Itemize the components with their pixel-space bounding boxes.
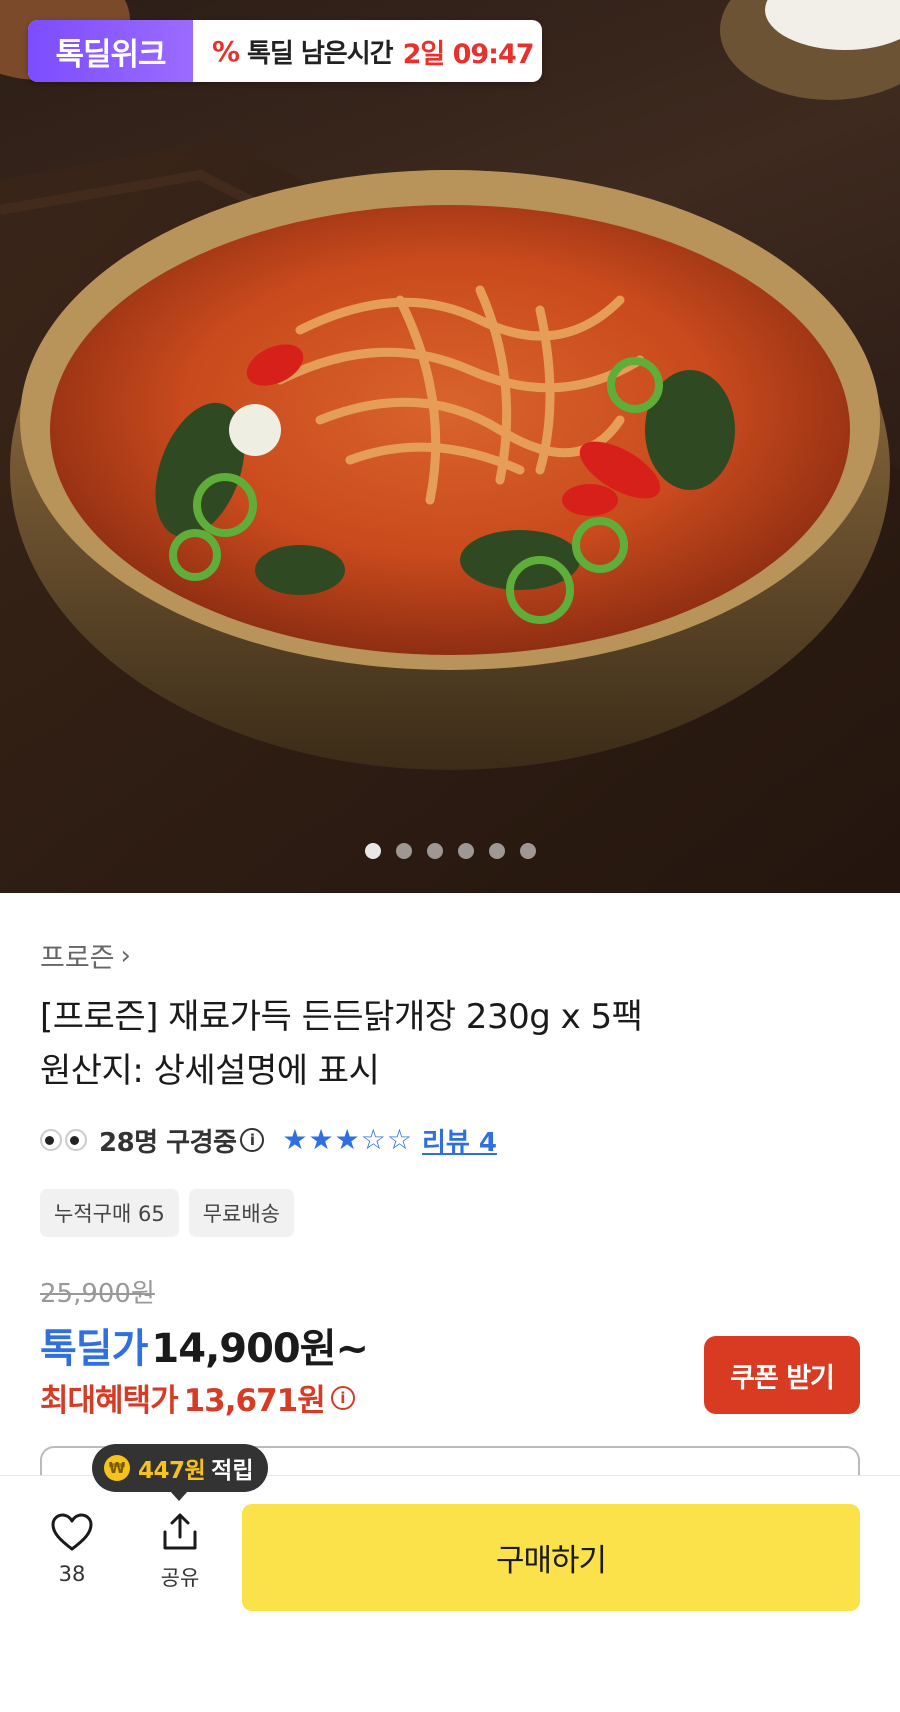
info-icon[interactable]: i [240,1128,265,1152]
badge-free-shipping: 무료배송 [188,1189,294,1237]
badge-purchase-count: 누적구매 65 [40,1189,179,1237]
deal-week-logo: 톡딜위크 [28,20,193,82]
carousel-dot[interactable] [457,843,474,859]
product-title: [프로즌] 재료가득 든든닭개장 230g x 5팩 원산지: 상세설명에 표시 [40,990,643,1098]
star-empty-icon: ☆ [386,1123,412,1156]
product-page: 톡딜위크 % 톡딜 남은시간 2일 09:47 프로즌 › [프로즌] 재료가득… [0,0,900,1712]
like-button[interactable]: 38 [40,1512,104,1586]
badge-list: 누적구매 65 무료배송 [40,1189,294,1237]
info-icon[interactable]: i [330,1385,355,1410]
original-price: 25,900원 [40,1279,155,1309]
share-icon [163,1513,197,1550]
category-label: 프로즌 [40,943,115,974]
deal-remaining-label: 톡딜 남은시간 [247,38,394,69]
deal-countdown-banner[interactable]: 톡딜위크 % 톡딜 남은시간 2일 09:47 [28,20,542,82]
sale-price-row: 톡딜가 14,900원~ [40,1316,369,1374]
carousel-indicator [0,843,900,859]
product-origin: 원산지: 상세설명에 표시 [40,1051,380,1091]
carousel-dot[interactable] [364,843,381,859]
product-image[interactable]: 톡딜위크 % 톡딜 남은시간 2일 09:47 [0,0,900,893]
point-suffix: 적립 [211,1458,254,1484]
star-filled-icon: ★ [334,1123,360,1156]
max-benefit-row: 최대혜택가 13,671원 i [40,1375,355,1420]
product-title-line1: [프로즌] 재료가득 든든닭개장 230g x 5팩 [40,997,643,1037]
max-benefit-price: 13,671원 [183,1383,326,1419]
share-label: 공유 [160,1566,200,1590]
chevron-right-icon: › [120,940,131,971]
share-button[interactable]: 공유 [148,1512,212,1592]
product-meta-row: 28명 구경중 i ★ ★ ★ ☆ ☆ 리뷰 4 [40,1120,497,1160]
viewer-count: 28명 구경중 [99,1127,237,1158]
carousel-dot[interactable] [488,843,505,859]
carousel-dot[interactable] [395,843,412,859]
sale-price: 14,900원~ [151,1326,369,1372]
buy-button[interactable]: 구매하기 [242,1504,860,1611]
food-photo [0,0,900,893]
max-benefit-label: 최대혜택가 [40,1383,179,1419]
coin-icon: ₩ [104,1455,130,1481]
star-empty-icon: ☆ [360,1123,386,1156]
star-filled-icon: ★ [282,1123,308,1156]
category-breadcrumb[interactable]: 프로즌 › [40,936,131,975]
star-filled-icon: ★ [308,1123,334,1156]
deal-remaining-time: 2일 09:47 [402,38,535,70]
heart-icon [51,1513,93,1551]
point-amount: 447원 [138,1458,206,1484]
like-count: 38 [58,1562,86,1586]
carousel-dot[interactable] [519,843,536,859]
percent-icon: % [211,34,241,68]
carousel-dot[interactable] [426,843,443,859]
get-coupon-button[interactable]: 쿠폰 받기 [704,1336,860,1414]
sale-price-label: 톡딜가 [40,1326,148,1372]
eyes-icon [40,1129,87,1151]
rating-stars: ★ ★ ★ ☆ ☆ [282,1126,412,1154]
point-reward-tooltip: ₩ 447원 적립 [92,1444,268,1501]
review-link[interactable]: 리뷰 4 [422,1122,497,1159]
